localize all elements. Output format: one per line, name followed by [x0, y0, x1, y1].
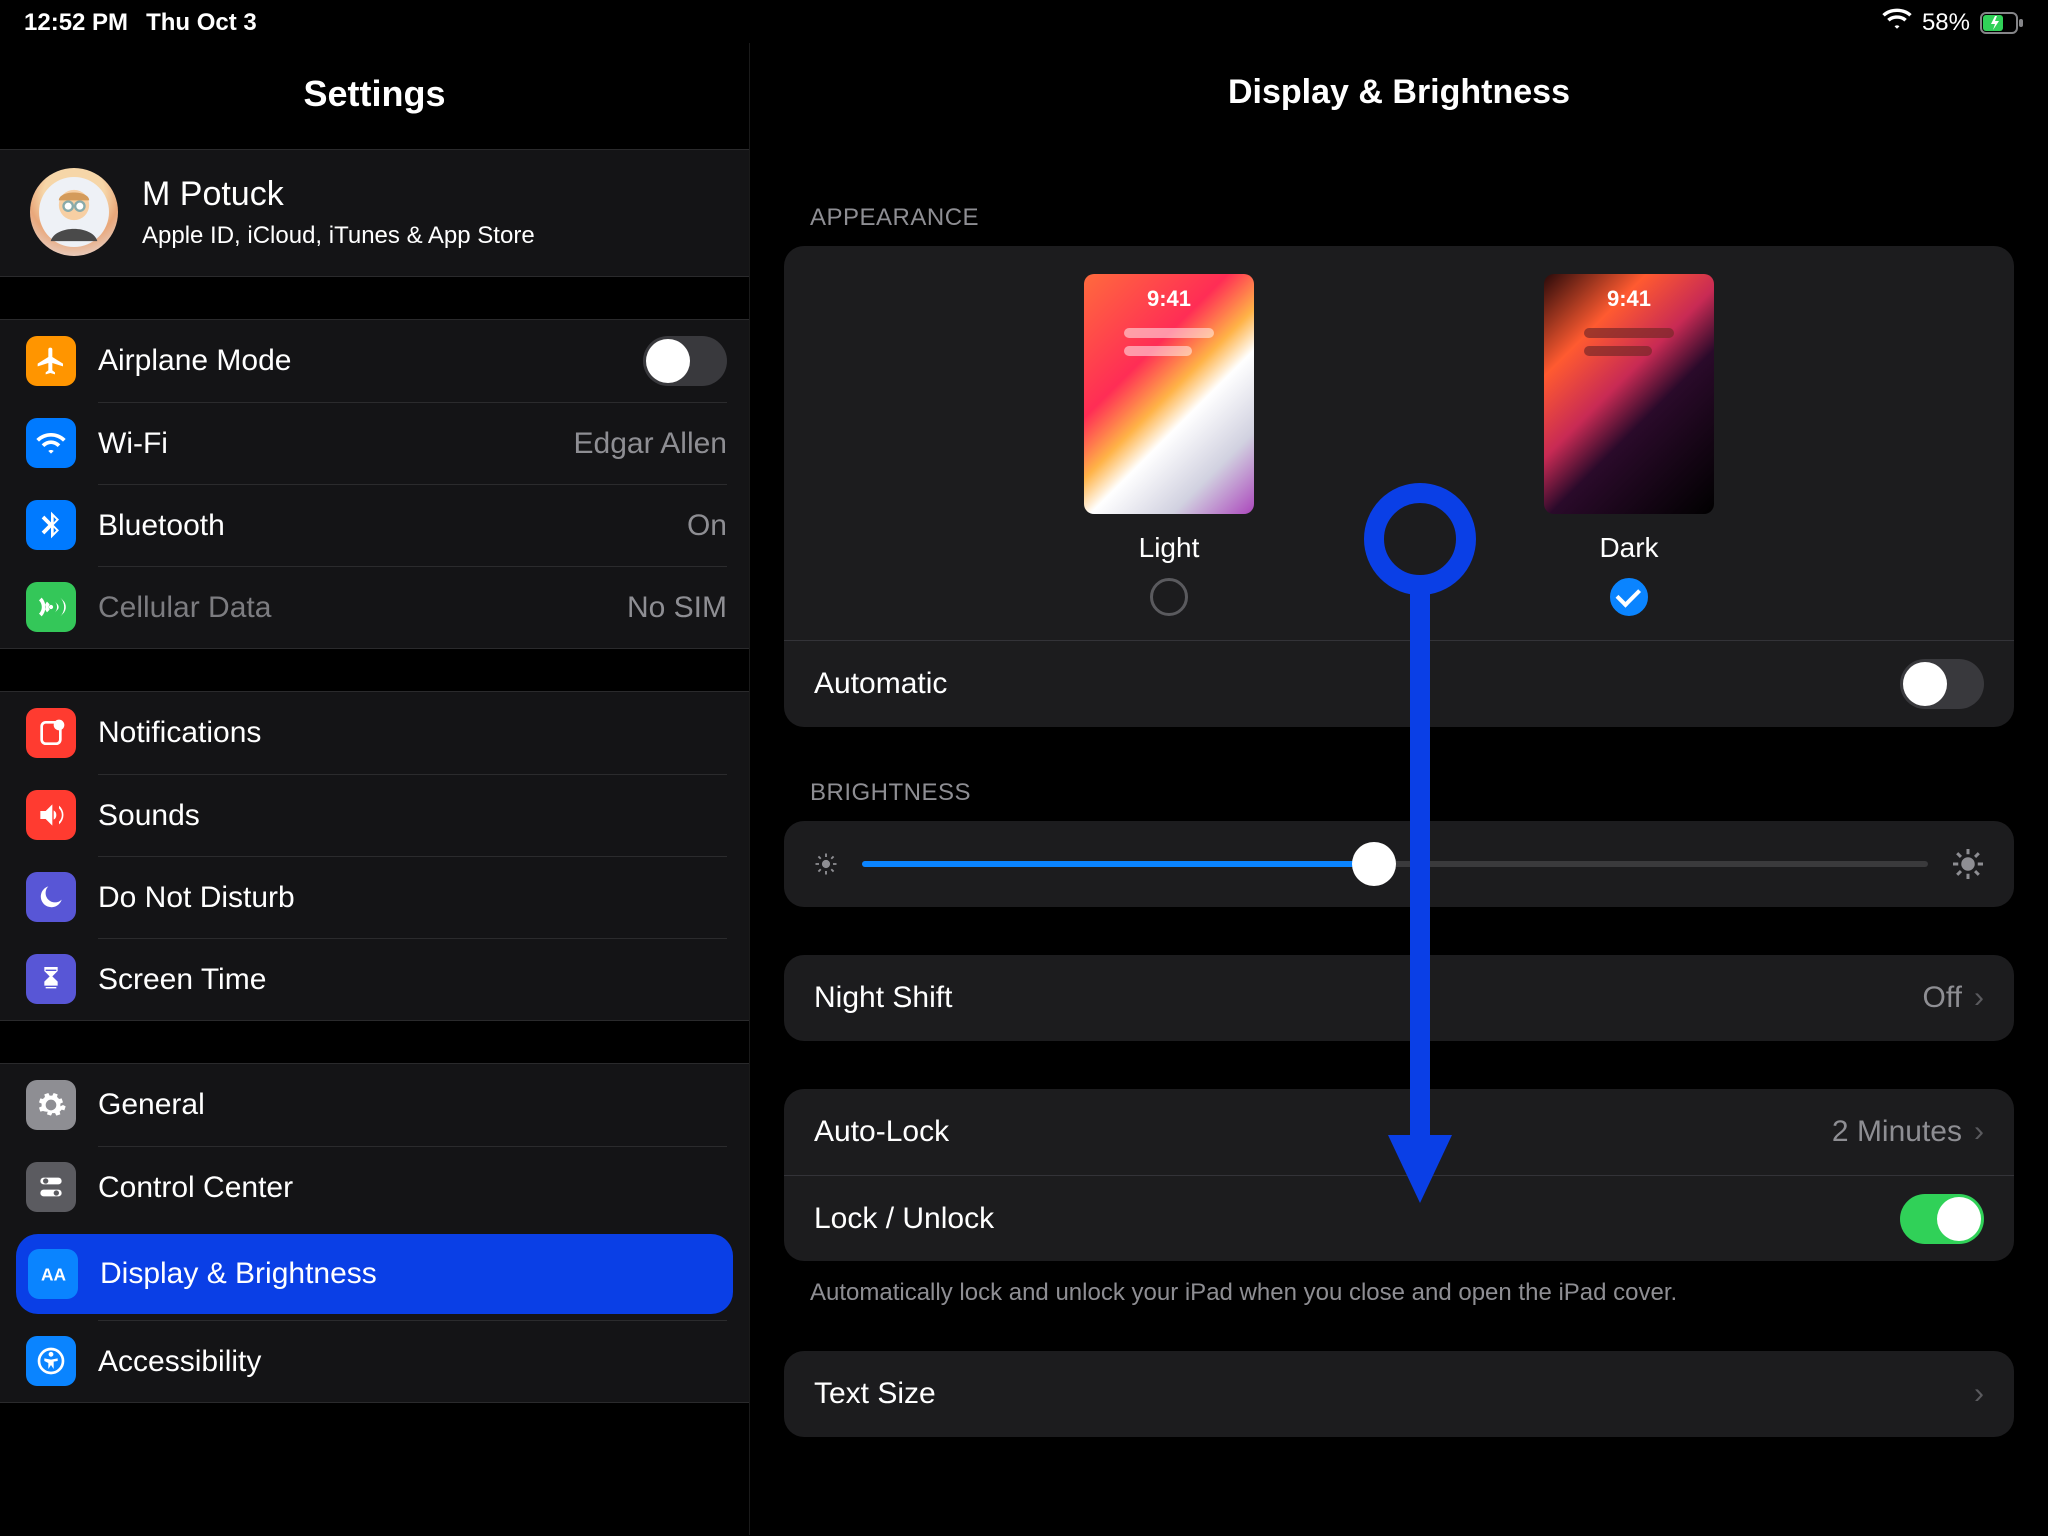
auto-lock-value: 2 Minutes — [1832, 1115, 1962, 1149]
night-shift-card: Night Shift Off › — [784, 955, 2014, 1041]
sidebar-item-value: On — [687, 509, 727, 543]
sidebar-item-label: Cellular Data — [98, 591, 271, 625]
chevron-right-icon: › — [1974, 981, 1984, 1015]
night-shift-label: Night Shift — [814, 981, 952, 1015]
dark-preview: 9:41 — [1544, 274, 1714, 514]
hourglass-icon — [26, 954, 76, 1004]
sidebar-item-display[interactable]: AA Display & Brightness — [16, 1234, 733, 1314]
chevron-right-icon: › — [1974, 1377, 1984, 1411]
light-preview: 9:41 — [1084, 274, 1254, 514]
avatar — [30, 168, 118, 256]
preview-time: 9:41 — [1084, 286, 1254, 312]
status-time: 12:52 PM — [24, 9, 128, 37]
sun-large-icon — [1950, 846, 1986, 882]
preview-time: 9:41 — [1544, 286, 1714, 312]
night-shift-row[interactable]: Night Shift Off › — [784, 955, 2014, 1041]
lock-note: Automatically lock and unlock your iPad … — [810, 1279, 2014, 1307]
sidebar-item-value: No SIM — [627, 591, 727, 625]
lock-unlock-row[interactable]: Lock / Unlock — [784, 1175, 2014, 1261]
auto-lock-row[interactable]: Auto-Lock 2 Minutes › — [784, 1089, 2014, 1175]
cellular-icon — [26, 582, 76, 632]
moon-icon — [26, 872, 76, 922]
sidebar-item-value: Edgar Allen — [574, 427, 727, 461]
sidebar-group-connectivity: Airplane Mode Wi-Fi Edgar Allen Bluetoot… — [0, 319, 749, 649]
settings-sidebar: Settings M Potuck Apple ID, iCloud, iTun… — [0, 43, 750, 1535]
sidebar-item-label: Notifications — [98, 716, 261, 750]
sidebar-profile-row[interactable]: M Potuck Apple ID, iCloud, iTunes & App … — [0, 149, 749, 277]
appearance-light-option[interactable]: 9:41 Light — [1084, 274, 1254, 616]
battery-percent: 58% — [1922, 9, 1970, 37]
sidebar-item-label: General — [98, 1088, 205, 1122]
battery-icon — [1980, 12, 2024, 34]
brightness-card — [784, 821, 2014, 907]
light-radio[interactable] — [1150, 578, 1188, 616]
brightness-header: BRIGHTNESS — [810, 779, 2014, 807]
detail-title: Display & Brightness — [750, 43, 2048, 152]
lock-unlock-toggle[interactable] — [1900, 1194, 1984, 1244]
sidebar-item-sounds[interactable]: Sounds — [0, 774, 749, 856]
detail-pane: Display & Brightness APPEARANCE 9:41 Lig… — [750, 43, 2048, 1535]
dark-radio[interactable] — [1610, 578, 1648, 616]
sidebar-item-label: Screen Time — [98, 963, 266, 997]
wifi-icon — [26, 418, 76, 468]
appearance-header: APPEARANCE — [810, 204, 2014, 232]
sidebar-item-label: Airplane Mode — [98, 344, 291, 378]
lock-card: Auto-Lock 2 Minutes › Lock / Unlock — [784, 1089, 2014, 1261]
sidebar-item-label: Display & Brightness — [100, 1257, 377, 1291]
sidebar-item-label: Wi-Fi — [98, 427, 168, 461]
sidebar-item-label: Accessibility — [98, 1345, 261, 1379]
lock-unlock-label: Lock / Unlock — [814, 1202, 994, 1236]
bluetooth-icon — [26, 500, 76, 550]
light-label: Light — [1139, 532, 1200, 564]
status-bar: 12:52 PM Thu Oct 3 58% — [0, 0, 2048, 43]
sidebar-item-label: Control Center — [98, 1171, 293, 1205]
sidebar-item-accessibility[interactable]: Accessibility — [0, 1320, 749, 1402]
text-aa-icon: AA — [28, 1249, 78, 1299]
gear-icon — [26, 1080, 76, 1130]
profile-sub: Apple ID, iCloud, iTunes & App Store — [142, 222, 535, 250]
status-date: Thu Oct 3 — [146, 9, 257, 37]
wifi-icon — [1882, 8, 1912, 37]
sidebar-item-label: Bluetooth — [98, 509, 225, 543]
toggles-icon — [26, 1162, 76, 1212]
sidebar-item-label: Do Not Disturb — [98, 881, 295, 915]
airplane-toggle[interactable] — [643, 336, 727, 386]
text-size-row[interactable]: Text Size › — [784, 1351, 2014, 1437]
brightness-slider-row[interactable] — [784, 821, 2014, 907]
svg-text:AA: AA — [41, 1265, 67, 1285]
sidebar-item-cellular[interactable]: Cellular Data No SIM — [0, 566, 749, 648]
notifications-icon — [26, 708, 76, 758]
brightness-slider[interactable] — [862, 861, 1928, 867]
profile-name: M Potuck — [142, 175, 535, 214]
airplane-icon — [26, 336, 76, 386]
accessibility-icon — [26, 1336, 76, 1386]
sun-small-icon — [812, 850, 840, 878]
sidebar-item-wifi[interactable]: Wi-Fi Edgar Allen — [0, 402, 749, 484]
dark-label: Dark — [1599, 532, 1658, 564]
sidebar-item-screentime[interactable]: Screen Time — [0, 938, 749, 1020]
sidebar-group-general: General Control Center AA Display & Brig… — [0, 1063, 749, 1403]
sounds-icon — [26, 790, 76, 840]
sidebar-item-bluetooth[interactable]: Bluetooth On — [0, 484, 749, 566]
sidebar-item-notifications[interactable]: Notifications — [0, 692, 749, 774]
night-shift-value: Off — [1923, 981, 1962, 1015]
sidebar-item-general[interactable]: General — [0, 1064, 749, 1146]
sidebar-item-label: Sounds — [98, 799, 200, 833]
sidebar-group-alerts: Notifications Sounds Do Not Disturb Scre… — [0, 691, 749, 1021]
sidebar-item-dnd[interactable]: Do Not Disturb — [0, 856, 749, 938]
sidebar-title: Settings — [0, 43, 749, 149]
appearance-card: 9:41 Light 9:41 Dark — [784, 246, 2014, 727]
automatic-row[interactable]: Automatic — [784, 641, 2014, 727]
text-size-card: Text Size › — [784, 1351, 2014, 1437]
sidebar-item-airplane[interactable]: Airplane Mode — [0, 320, 749, 402]
text-size-label: Text Size — [814, 1377, 936, 1411]
automatic-toggle[interactable] — [1900, 659, 1984, 709]
auto-lock-label: Auto-Lock — [814, 1115, 949, 1149]
chevron-right-icon: › — [1974, 1115, 1984, 1149]
sidebar-item-controlcenter[interactable]: Control Center — [0, 1146, 749, 1228]
appearance-dark-option[interactable]: 9:41 Dark — [1544, 274, 1714, 616]
automatic-label: Automatic — [814, 667, 947, 701]
